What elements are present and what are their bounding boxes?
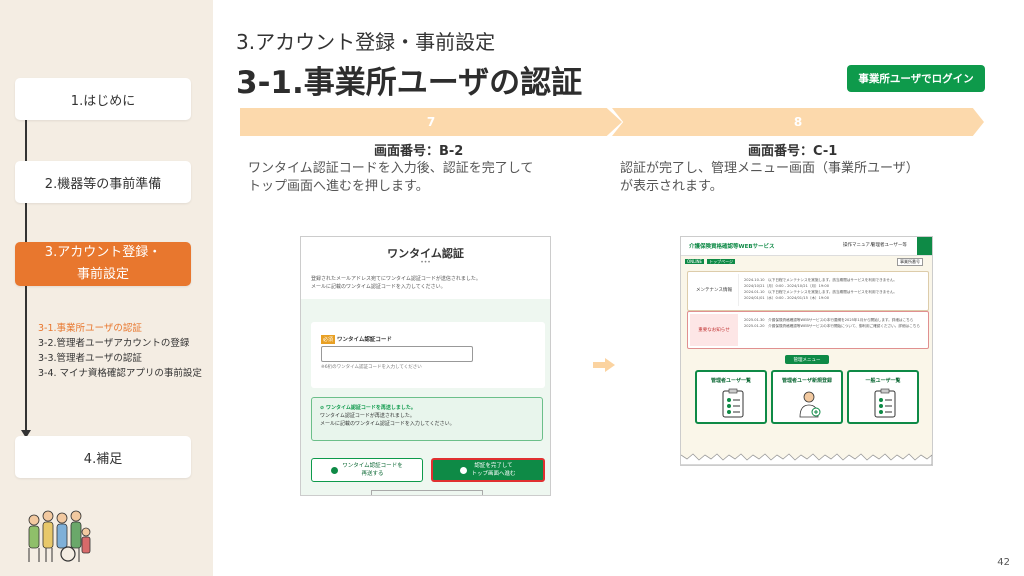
code-field-label: ワンタイム認証コード (337, 337, 392, 343)
step-description: 認証が完了し、管理メニュー画面（事業所ユーザ） が表示されます。 (620, 160, 970, 196)
notice-line: ワンタイム認証コードが再送されました。 (320, 413, 415, 419)
info-text: 登録されたメールアドレス宛てにワンタイム認証コードが送信されました。 メールに記… (311, 275, 543, 291)
clipboard-icon (874, 388, 896, 418)
button-line: 認証を完了して (474, 463, 513, 469)
app-header: 介護保険資格確認等WEBサービス 操作マニュアル 管理者ユーザー等 (681, 237, 932, 256)
important-tag: 重要なお知らせ (690, 314, 738, 346)
management-menu-label: 管理メニュー (785, 355, 829, 364)
resend-code-button[interactable]: ワンタイム認証コードを 再送する (311, 458, 423, 482)
description-line: ワンタイム認証コードを入力後、認証を完了して (248, 161, 534, 176)
card-label: 一般ユーザ一覧 (865, 378, 901, 384)
screen-number-label: 画面番号：C-1 (748, 144, 838, 159)
office-user-login-button[interactable]: 事業所ユーザでログイン (847, 65, 985, 92)
app-logo: 介護保険資格確認等WEBサービス (689, 244, 775, 250)
sidebar-item-label: 4.補足 (83, 451, 123, 467)
general-user-list-card[interactable]: 一般ユーザ一覧 (847, 370, 919, 424)
card-label: 管理者ユーザ一覧 (711, 378, 751, 384)
torn-edge (681, 453, 932, 465)
button-line: ワンタイム認証コードを (342, 463, 403, 469)
complete-auth-button[interactable]: 認証を完了して トップ画面へ進む (431, 458, 545, 482)
sidebar-item-label: 1.はじめに (70, 93, 136, 109)
screenshot-onetime-auth: ワンタイム認証 ••• 登録されたメールアドレス宛てにワンタイム認証コードが送信… (300, 236, 551, 496)
manual-link[interactable]: 操作マニュアル (843, 242, 874, 248)
notice-line: 2024/01/01（水）0:00 - 2024/01/15（木）19:00 (744, 296, 829, 300)
admin-user-register-card[interactable]: 管理者ユーザ新規登録 (771, 370, 843, 424)
subitem-admin-account-register[interactable]: 3-2.管理者ユーザアカウントの登録 (38, 336, 213, 351)
clipboard-icon (722, 388, 744, 418)
doctor-add-icon (799, 391, 821, 418)
screenshot-management-menu: 介護保険資格確認等WEBサービス 操作マニュアル 管理者ユーザー等 ONLINE… (680, 236, 933, 466)
arrow-circle-icon (460, 466, 468, 474)
maintenance-lines: 2024.10.10 以下日程でメンテナンスを実施します。該当期間はサービスを利… (744, 277, 924, 301)
resend-notice: ⊘ ワンタイム認証コードを再送しました。 ワンタイム認証コードが再送されました。… (311, 397, 543, 441)
onetime-code-input[interactable] (321, 346, 473, 362)
breadcrumb: ONLINE トップページ (685, 259, 738, 265)
maintenance-panel: メンテナンス情報 2024.10.10 以下日程でメンテナンスを実施します。該当… (687, 271, 929, 311)
sidebar-item-introduction[interactable]: 1.はじめに (15, 78, 191, 120)
subitem-office-user-auth[interactable]: 3-1.事業所ユーザの認証 (38, 321, 213, 336)
title-dots: ••• (420, 259, 431, 266)
button-line: トップ画面へ進む (471, 471, 516, 477)
notice-line: メールに記載のワンタイム認証コードを入力してください。 (320, 421, 455, 427)
subitem-myna-app-setup[interactable]: 3-4. マイナ資格確認アプリの事前設定 (38, 366, 213, 381)
hamburger-menu-icon[interactable] (917, 237, 932, 255)
screen-number-label: 画面番号：B-2 (374, 144, 464, 159)
important-lines: 2025.01.30 介護保険資格確認等WEBサービスの本行要綱を2025年1月… (744, 317, 924, 329)
admin-user-list-card[interactable]: 管理者ユーザ一覧 (695, 370, 767, 424)
sidebar: 1.はじめに 2.機器等の事前準備 3.アカウント登録・ 事前設定 3-1.事業… (0, 0, 213, 576)
step-banner-7: 7 (240, 108, 622, 136)
subitem-admin-user-auth[interactable]: 3-3.管理者ユーザの認証 (38, 351, 213, 366)
description-line: が表示されます。 (620, 179, 723, 194)
office-number-button[interactable]: 事業所番号 (897, 258, 923, 266)
sidebar-item-label: 2.機器等の事前準備 (44, 176, 162, 192)
sidebar-item-account-setup[interactable]: 3.アカウント登録・ 事前設定 (15, 242, 191, 286)
sidebar-item-label: 事前設定 (76, 267, 129, 282)
notice-line[interactable]: 2025.01.20 介護保険資格確認等WEBサービスの本行開始について、御利用… (744, 323, 924, 329)
next-button-edge (371, 490, 483, 495)
arrow-circle-icon (331, 466, 339, 474)
page-number: 42 (997, 557, 1010, 568)
card-label: 管理者ユーザ新規登録 (782, 378, 832, 384)
info-line: 登録されたメールアドレス宛てにワンタイム認証コードが送信されました。 (311, 276, 481, 282)
sidebar-item-device-prep[interactable]: 2.機器等の事前準備 (15, 161, 191, 203)
step-number: 8 (793, 115, 803, 129)
code-form-card: 必須 ワンタイム認証コード ※6桁のワンタイム認証コードを入力してください (311, 322, 545, 388)
people-group-icon (28, 510, 91, 562)
crumb-tag: ONLINE (685, 259, 705, 264)
crumb-text: トップページ (707, 259, 735, 264)
notice-title: ⊘ ワンタイム認証コードを再送しました。 (320, 404, 534, 412)
user-menu[interactable]: 管理者ユーザー等 (871, 242, 907, 248)
description-line: トップ画面へ進むを押します。 (248, 179, 429, 194)
sidebar-item-label: 3.アカウント登録・ (44, 245, 162, 260)
check-circle-icon: ⊘ (320, 405, 325, 411)
section-subtitle: 3.アカウント登録・事前設定 (236, 30, 496, 54)
button-line: 再送する (361, 471, 384, 477)
step-description: ワンタイム認証コードを入力後、認証を完了して トップ画面へ進むを押します。 (248, 160, 598, 196)
description-line: 認証が完了し、管理メニュー画面（事業所ユーザ） (620, 161, 919, 176)
maintenance-tag: メンテナンス情報 (690, 274, 739, 306)
step-number: 7 (426, 115, 436, 129)
important-notice-panel: 重要なお知らせ 2025.01.30 介護保険資格確認等WEBサービスの本行要綱… (687, 311, 929, 349)
step-banner-8: 8 (612, 108, 984, 136)
required-badge: 必須 (321, 335, 336, 344)
next-arrow-icon (593, 358, 615, 372)
code-hint: ※6桁のワンタイム認証コードを入力してください (321, 365, 422, 370)
info-line: メールに記載のワンタイム認証コードを入力してください。 (311, 284, 446, 290)
sidebar-item-supplement[interactable]: 4.補足 (15, 436, 191, 478)
notice-title-text: ワンタイム認証コードを再送しました。 (325, 405, 416, 411)
sidebar-subitems: 3-1.事業所ユーザの認証 3-2.管理者ユーザアカウントの登録 3-3.管理者… (38, 321, 213, 381)
page-title: 3-1.事業所ユーザの認証 (236, 65, 583, 101)
